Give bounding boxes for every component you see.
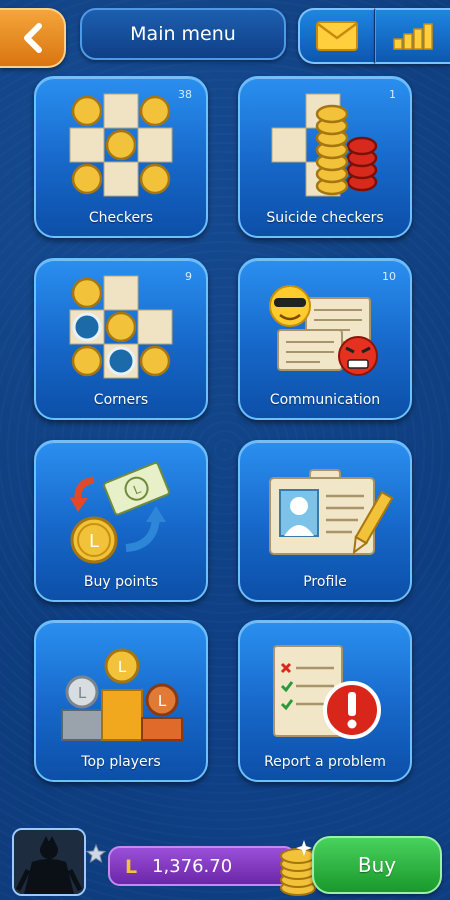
star-icon[interactable] [86, 844, 106, 864]
corners-board-icon [69, 275, 173, 379]
svg-text:L: L [125, 856, 137, 877]
chat-emoji-icon [269, 285, 378, 376]
envelope-icon [316, 21, 358, 51]
page-title-text: Main menu [130, 23, 236, 45]
tile-label: Checkers [88, 210, 154, 226]
tile-communication[interactable]: 10 Communication [238, 258, 412, 420]
report-warning-icon [273, 645, 381, 739]
l-coin-icon: L [125, 856, 137, 877]
tile-buy-points[interactable]: L L Buy points [34, 440, 208, 602]
tile-corners[interactable]: 9 Corners [34, 258, 208, 420]
buy-button-label: Buy [357, 853, 397, 877]
back-button[interactable] [0, 8, 66, 68]
tile-top-players[interactable]: L L L Top players [34, 620, 208, 782]
svg-text:L: L [118, 658, 127, 676]
tile-label: Suicide checkers [266, 210, 384, 226]
tile-report-a-problem[interactable]: Report a problem [238, 620, 412, 782]
tile-label: Report a problem [264, 754, 386, 770]
exchange-coins-icon: L L [70, 461, 170, 564]
svg-text:L: L [158, 692, 167, 710]
mail-button[interactable] [298, 8, 375, 64]
profile-card-icon [269, 469, 394, 555]
stats-button[interactable] [375, 8, 450, 64]
tile-label: Top players [81, 754, 161, 770]
back-arrow-icon [24, 23, 42, 53]
header-actions [298, 8, 450, 64]
tile-profile[interactable]: Profile [238, 440, 412, 602]
points-balance: L 1,376.70 [108, 846, 296, 886]
player-avatar [14, 830, 84, 894]
tile-suicide-checkers[interactable]: 1 Suicide checkers [238, 76, 412, 238]
tile-label: Buy points [83, 574, 159, 590]
balance-amount: 1,376.70 [152, 855, 233, 877]
svg-text:L: L [89, 531, 99, 552]
suicide-checkers-icon [271, 93, 378, 197]
podium-medals-icon: L L L [61, 648, 183, 741]
tile-label: Communication [269, 392, 381, 408]
page-title: Main menu [80, 8, 286, 60]
avatar[interactable] [12, 828, 86, 896]
buy-button[interactable]: Buy [312, 836, 442, 894]
bar-chart-icon [393, 23, 433, 50]
tile-label: Corners [93, 392, 149, 408]
tile-checkers[interactable]: 38 Checkers [34, 76, 208, 238]
checkers-board-icon [69, 93, 173, 197]
svg-text:L: L [78, 684, 87, 702]
tile-label: Profile [303, 574, 347, 590]
